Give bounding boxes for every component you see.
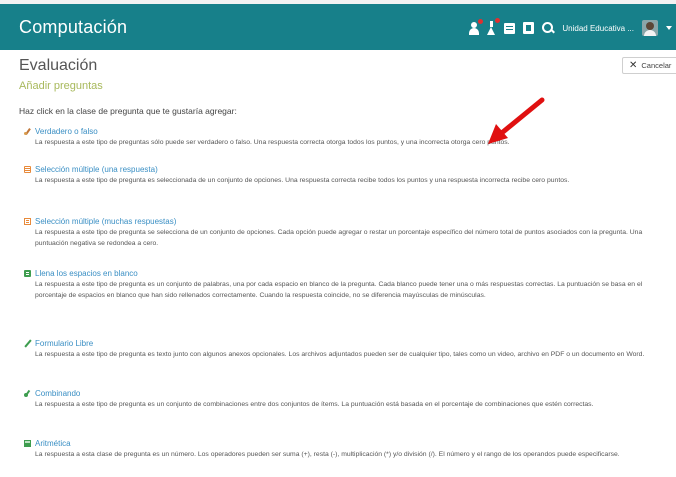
- red-arrow-annotation: [488, 97, 545, 144]
- question-type-description: La respuesta a este tipo de pregunta se …: [35, 229, 643, 247]
- question-type-description: La respuesta a este tipo de pregunta es …: [35, 281, 643, 299]
- question-type-description: La respuesta a este tipo de preguntas só…: [35, 139, 510, 146]
- top-bar: Computación Unidad Educativa ...: [0, 0, 676, 50]
- question-type-true-false: Verdadero o falso La respuesta a este ti…: [24, 126, 664, 148]
- question-type-description: La respuesta a esta clase de pregunta es…: [35, 451, 620, 458]
- matching-icon: [24, 390, 31, 397]
- flask-icon[interactable]: [487, 18, 501, 35]
- question-type-link[interactable]: Combinando: [35, 389, 80, 398]
- topbar-actions: Unidad Educativa ...: [469, 18, 672, 38]
- question-type-description: La respuesta a este tipo de pregunta es …: [35, 351, 645, 358]
- question-type-description: La respuesta a este tipo de pregunta es …: [35, 177, 570, 184]
- question-type-link[interactable]: Llena los espacios en blanco: [35, 269, 138, 278]
- question-type-link[interactable]: Selección múltiple (una respuesta): [35, 165, 158, 174]
- question-type-single-choice: Selección múltiple (una respuesta) La re…: [24, 164, 664, 186]
- true-false-icon: [24, 128, 31, 135]
- cancel-label: Cancelar: [641, 61, 672, 70]
- question-type-link[interactable]: Verdadero o falso: [35, 127, 98, 136]
- fill-blanks-icon: [24, 270, 31, 277]
- chevron-down-icon[interactable]: [666, 26, 672, 30]
- single-choice-icon: [24, 166, 31, 173]
- question-type-free-form: Formulario Libre La respuesta a este tip…: [24, 338, 664, 360]
- search-icon[interactable]: [542, 22, 554, 34]
- book-icon[interactable]: [523, 22, 535, 34]
- question-type-link[interactable]: Aritmética: [35, 439, 71, 448]
- avatar[interactable]: [642, 20, 658, 36]
- close-icon: ✕: [629, 59, 638, 71]
- question-type-description: La respuesta a este tipo de pregunta es …: [35, 401, 594, 408]
- notification-badge: [495, 18, 501, 23]
- notification-badge: [478, 18, 484, 24]
- user-icon[interactable]: [469, 18, 484, 35]
- cancel-button[interactable]: ✕ Cancelar: [622, 57, 676, 74]
- institution-menu[interactable]: Unidad Educativa ...: [562, 24, 634, 33]
- question-type-matching: Combinando La respuesta a este tipo de p…: [24, 388, 664, 410]
- multi-choice-icon: [24, 218, 31, 225]
- question-type-fill-blanks: Llena los espacios en blanco La respuest…: [24, 268, 664, 301]
- calculator-icon: [24, 440, 31, 447]
- instruction-text: Haz click en la clase de pregunta que te…: [19, 106, 237, 116]
- question-type-arithmetic: Aritmética La respuesta a esta clase de …: [24, 438, 664, 460]
- page-subtitle: Añadir preguntas: [19, 80, 103, 92]
- question-type-link[interactable]: Formulario Libre: [35, 339, 93, 348]
- question-type-multi-choice: Selección múltiple (muchas respuestas) L…: [24, 216, 664, 249]
- question-type-link[interactable]: Selección múltiple (muchas respuestas): [35, 217, 176, 226]
- pencil-icon: [24, 340, 31, 347]
- page-title: Evaluación: [19, 57, 98, 74]
- grid-icon[interactable]: [504, 22, 516, 34]
- app-title[interactable]: Computación: [19, 17, 127, 38]
